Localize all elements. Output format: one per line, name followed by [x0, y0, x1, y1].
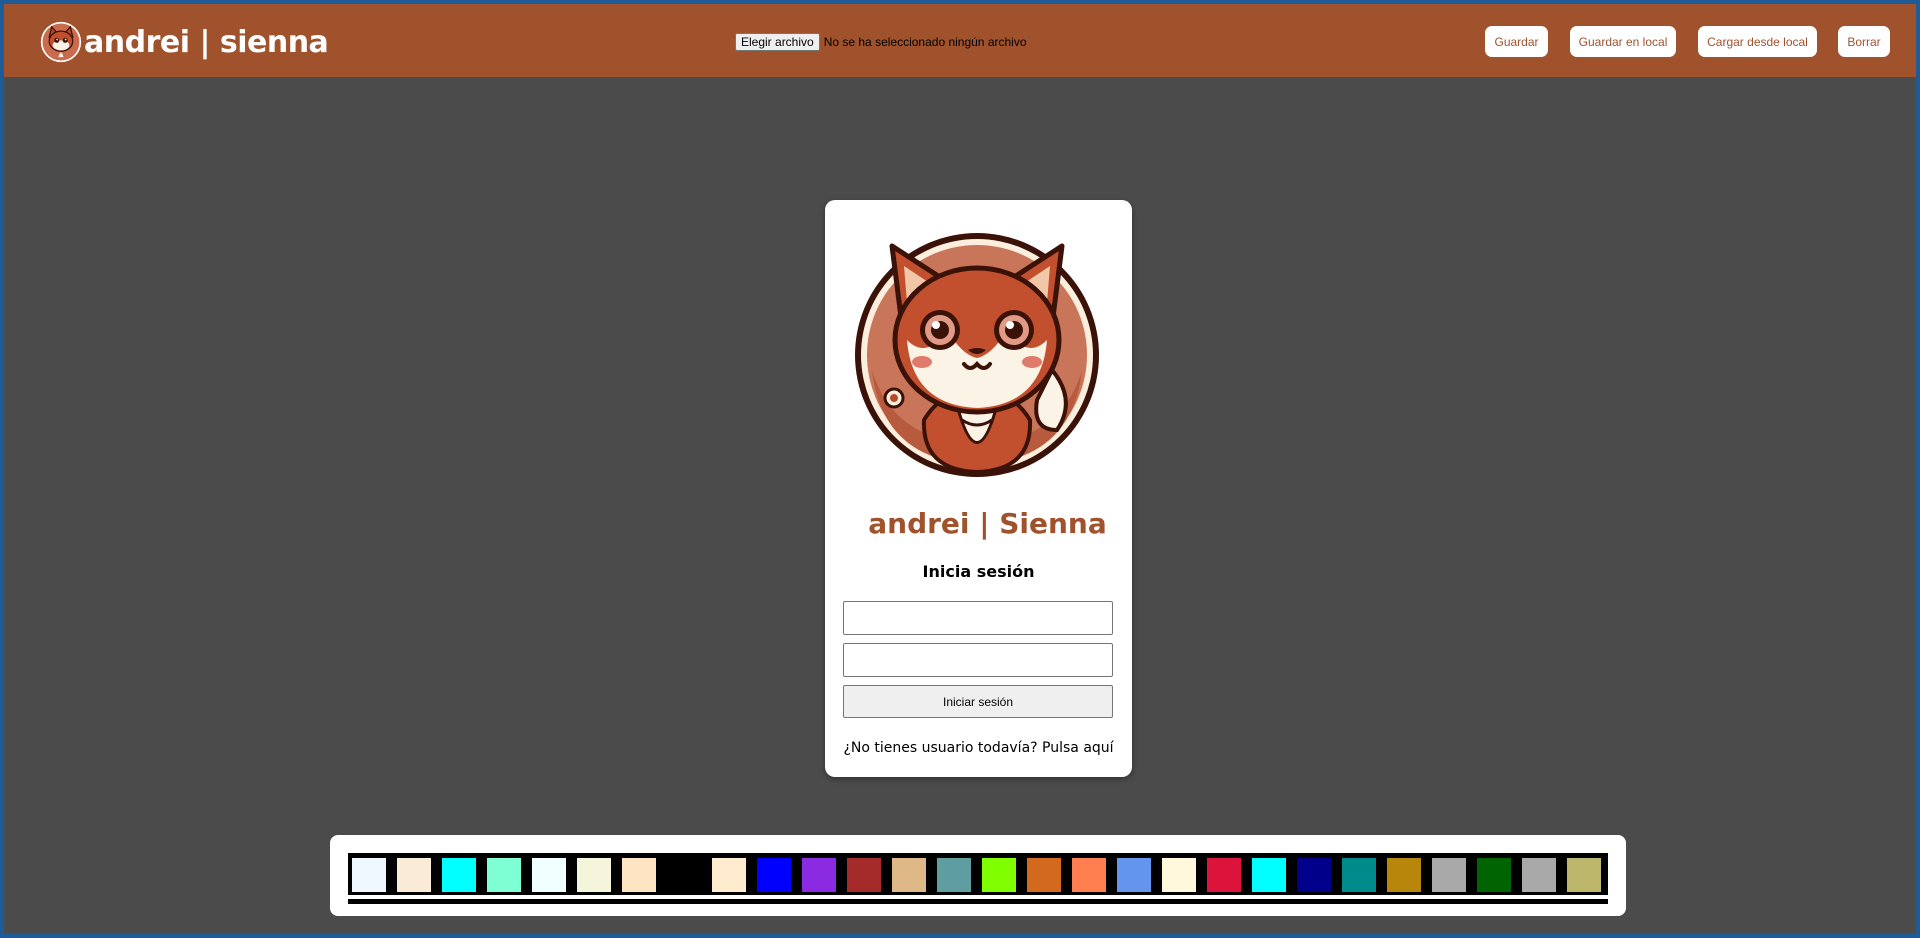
color-swatch[interactable] — [1387, 858, 1421, 892]
color-swatch[interactable] — [1162, 858, 1196, 892]
color-swatch[interactable] — [1342, 858, 1376, 892]
brand-name: andrei | sienna — [84, 24, 329, 60]
load-local-button[interactable]: Cargar desde local — [1698, 26, 1817, 57]
save-button[interactable]: Guardar — [1485, 26, 1548, 57]
color-swatch[interactable] — [847, 858, 881, 892]
color-palette — [348, 853, 1608, 895]
color-swatch[interactable] — [1117, 858, 1151, 892]
brand[interactable]: andrei | sienna — [40, 20, 329, 64]
color-swatch[interactable] — [937, 858, 971, 892]
file-picker: Elegir archivo No se ha seleccionado nin… — [735, 33, 1027, 51]
color-swatch[interactable] — [622, 858, 656, 892]
palette-scrollbar[interactable] — [348, 899, 1608, 904]
color-palette-panel — [330, 835, 1626, 916]
color-swatch[interactable] — [532, 858, 566, 892]
color-swatch[interactable] — [1027, 858, 1061, 892]
red-panda-logo-icon — [40, 21, 82, 63]
color-swatch[interactable] — [1567, 858, 1601, 892]
file-status: No se ha seleccionado ningún archivo — [823, 35, 1027, 49]
save-local-button[interactable]: Guardar en local — [1570, 26, 1676, 57]
red-panda-mascot-icon — [855, 233, 1099, 477]
color-swatch[interactable] — [802, 858, 836, 892]
color-swatch[interactable] — [757, 858, 791, 892]
register-link[interactable]: ¿No tienes usuario todavía? Pulsa aquí — [825, 740, 1132, 756]
login-subtitle: Inicia sesión — [922, 562, 1035, 581]
color-swatch[interactable] — [1432, 858, 1466, 892]
app-window: andrei | sienna Elegir archivo No se ha … — [4, 4, 1916, 934]
color-swatch[interactable] — [1207, 858, 1241, 892]
clear-button[interactable]: Borrar — [1838, 26, 1890, 57]
login-button[interactable]: Iniciar sesión — [843, 685, 1113, 718]
color-swatch[interactable] — [1072, 858, 1106, 892]
password-field[interactable] — [843, 643, 1113, 677]
login-card: andrei | Sienna Inicia sesión Iniciar se… — [825, 200, 1132, 777]
color-swatch[interactable] — [1252, 858, 1286, 892]
color-swatch[interactable] — [442, 858, 476, 892]
color-swatch[interactable] — [982, 858, 1016, 892]
color-swatch[interactable] — [352, 858, 386, 892]
color-swatch[interactable] — [1297, 858, 1331, 892]
color-swatch[interactable] — [712, 858, 746, 892]
color-swatch[interactable] — [397, 858, 431, 892]
color-swatch[interactable] — [1522, 858, 1556, 892]
color-swatch[interactable] — [487, 858, 521, 892]
color-swatch[interactable] — [892, 858, 926, 892]
login-title: andrei | Sienna — [868, 507, 1107, 540]
color-swatch[interactable] — [667, 858, 701, 892]
color-swatch[interactable] — [577, 858, 611, 892]
top-bar: andrei | sienna Elegir archivo No se ha … — [4, 4, 1916, 77]
choose-file-button[interactable]: Elegir archivo — [735, 33, 820, 51]
color-swatch[interactable] — [1477, 858, 1511, 892]
username-field[interactable] — [843, 601, 1113, 635]
